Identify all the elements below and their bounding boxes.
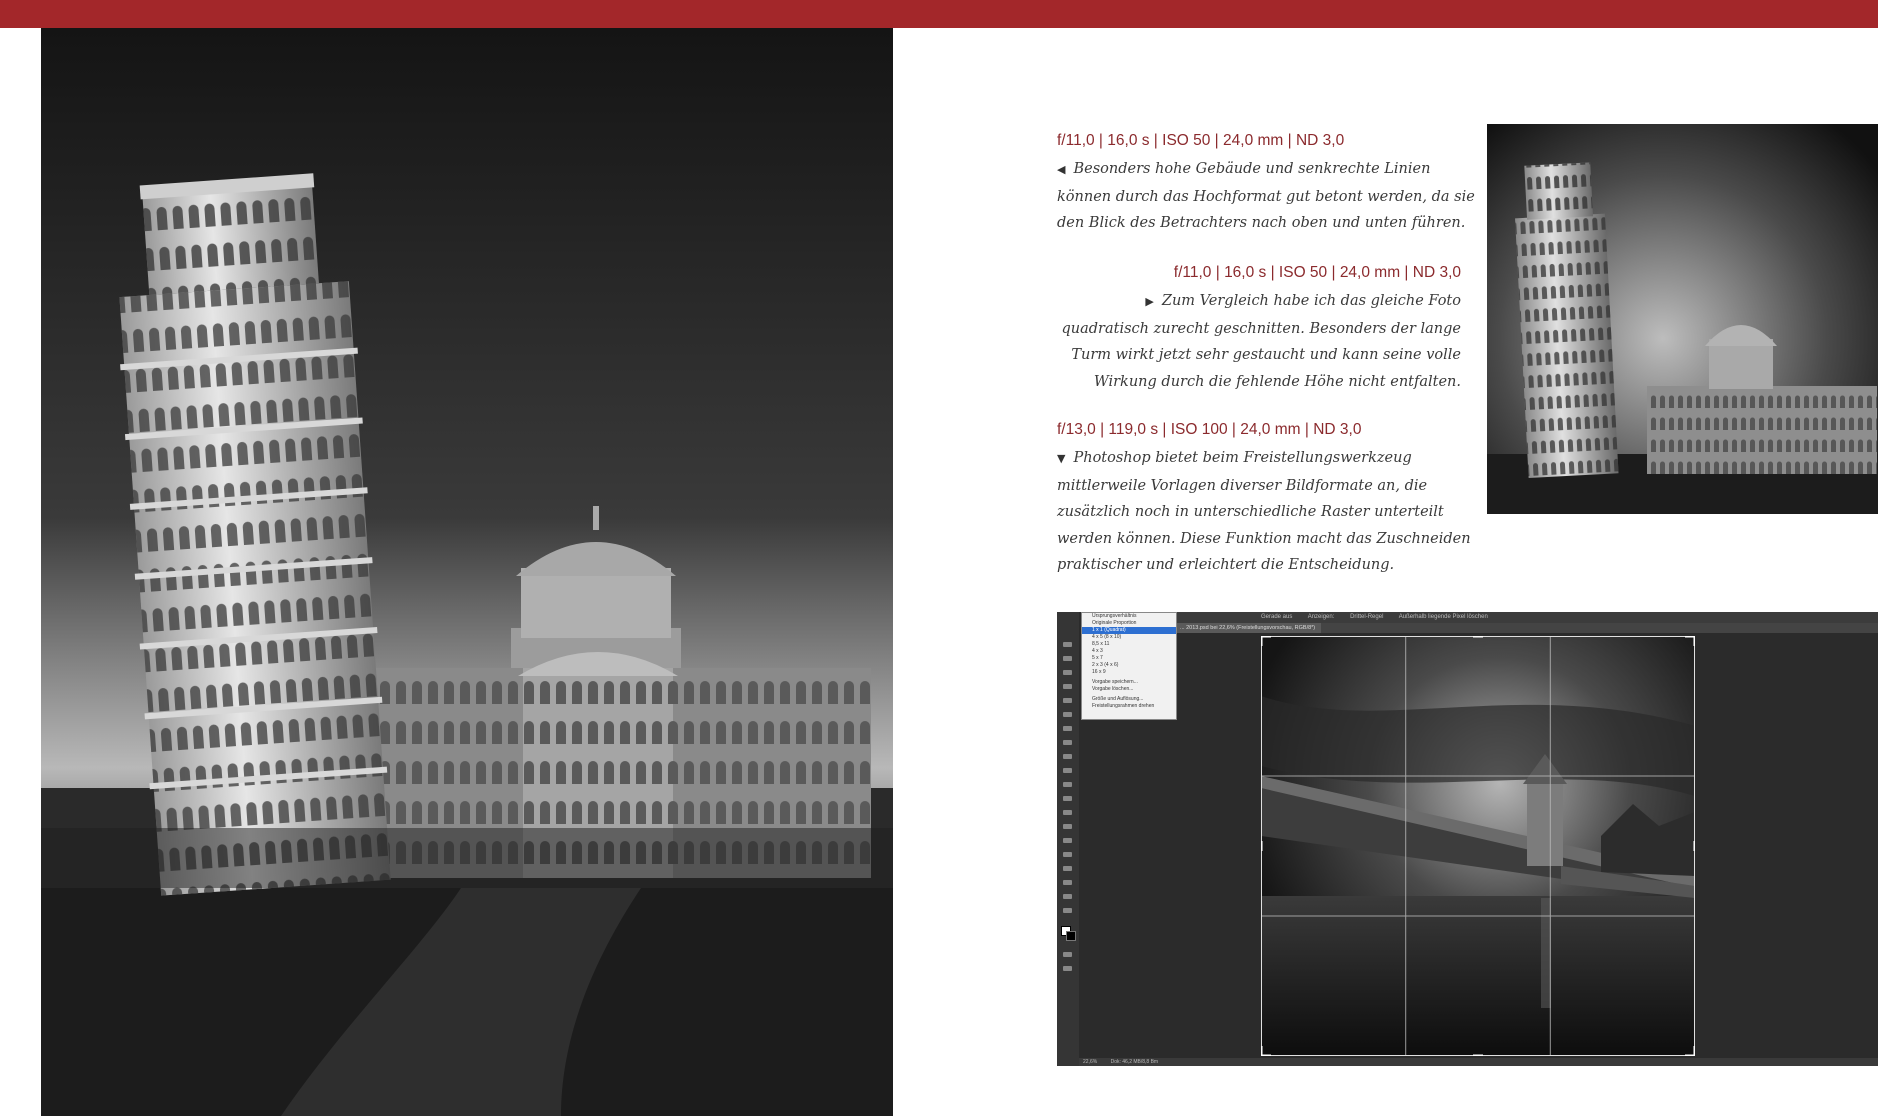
delete-cropped-pixels-checkbox[interactable]: Außerhalb liegende Pixel löschen <box>1399 614 1488 620</box>
photoshop-screenshot: Gerade aus Anzeigen: Drittel-Regel Außer… <box>1057 612 1878 1066</box>
eyedropper-tool-icon[interactable] <box>1063 712 1072 717</box>
dodge-tool-icon[interactable] <box>1063 824 1072 829</box>
shape-tool-icon[interactable] <box>1063 880 1072 885</box>
menu-item[interactable]: Größe und Auflösung... <box>1082 696 1176 703</box>
status-bar: 22,6% Dok: 46,2 MB/8,8 Bm <box>1079 1058 1878 1066</box>
gradient-tool-icon[interactable] <box>1063 796 1072 801</box>
quick-mask-icon[interactable] <box>1063 952 1072 957</box>
caption-text: ▼ Photoshop bietet beim Freistellungswerk… <box>1057 445 1489 579</box>
leaning-tower-square-photo <box>1487 124 1878 514</box>
arrow-right-icon: ▶ <box>1145 295 1154 308</box>
document-tab[interactable]: ... 2013.psd bei 22,6% (Freistellungsvor… <box>1174 623 1322 633</box>
exposure-metadata: f/11,0 | 16,0 s | ISO 50 | 24,0 mm | ND … <box>1173 264 1461 281</box>
menu-item[interactable]: 8,5 x 11 <box>1082 641 1176 648</box>
caption-photoshop-crop: f/13,0 | 119,0 s | ISO 100 | 24,0 mm | N… <box>1057 421 1489 579</box>
zoom-level: 22,6% <box>1083 1059 1098 1065</box>
crop-ratio-dropdown-menu[interactable]: Ursprungsverhältnis Originale Proportion… <box>1081 612 1177 720</box>
menu-item[interactable]: 4 x 3 <box>1082 648 1176 655</box>
top-accent-bar <box>0 0 1878 28</box>
caption-body: Zum Vergleich habe ich das gleiche Foto … <box>1061 293 1462 390</box>
overlay-label: Anzeigen: <box>1307 614 1335 620</box>
menu-item[interactable]: Freistellungsrahmen drehen <box>1082 703 1176 710</box>
crop-canvas[interactable] <box>1261 636 1695 1056</box>
hand-tool-icon[interactable] <box>1063 894 1072 899</box>
caption-text: ▶ Zum Vergleich habe ich das gleiche Foto… <box>1057 288 1462 395</box>
menu-item[interactable]: Originale Proportion <box>1082 620 1176 627</box>
menu-item[interactable]: 5 x 7 <box>1082 655 1176 662</box>
tools-panel <box>1057 612 1079 1066</box>
type-tool-icon[interactable] <box>1063 852 1072 857</box>
marquee-tool-icon[interactable] <box>1063 656 1072 661</box>
overlay-select[interactable]: Drittel-Regel <box>1350 614 1383 620</box>
menu-item[interactable]: Vorgabe speichern... <box>1082 679 1176 686</box>
caption-text: ◀ Besonders hohe Gebäude und senkrechte L… <box>1057 156 1477 237</box>
background-color-swatch[interactable] <box>1066 931 1076 941</box>
screen-mode-icon[interactable] <box>1063 966 1072 971</box>
menu-item[interactable]: Ursprungsverhältnis <box>1082 613 1176 620</box>
crop-tool-icon[interactable] <box>1063 698 1072 703</box>
path-select-tool-icon[interactable] <box>1063 866 1072 871</box>
menu-item-selected[interactable]: 1 x 1 (Quadrat) <box>1082 627 1176 634</box>
caption-square-crop: f/11,0 | 16,0 s | ISO 50 | 24,0 mm | ND … <box>1057 264 1462 395</box>
options-bar: Gerade aus Anzeigen: Drittel-Regel Außer… <box>1081 612 1878 623</box>
eraser-tool-icon[interactable] <box>1063 782 1072 787</box>
exposure-metadata: f/13,0 | 119,0 s | ISO 100 | 24,0 mm | N… <box>1057 421 1362 438</box>
caption-body: Photoshop bietet beim Freistellungswerkz… <box>1057 450 1471 573</box>
stamp-tool-icon[interactable] <box>1063 754 1072 759</box>
caption-portrait-format: f/11,0 | 16,0 s | ISO 50 | 24,0 mm | ND … <box>1057 132 1477 237</box>
blur-tool-icon[interactable] <box>1063 810 1072 815</box>
history-brush-tool-icon[interactable] <box>1063 768 1072 773</box>
leaning-tower-portrait-photo <box>41 28 893 1116</box>
document-size: Dok: 46,2 MB/8,8 Bm <box>1110 1059 1159 1065</box>
lasso-tool-icon[interactable] <box>1063 670 1072 675</box>
straighten-option[interactable]: Gerade aus <box>1261 614 1292 620</box>
exposure-metadata: f/11,0 | 16,0 s | ISO 50 | 24,0 mm | ND … <box>1057 132 1345 149</box>
healing-tool-icon[interactable] <box>1063 726 1072 731</box>
menu-item[interactable]: 2 x 3 (4 x 6) <box>1082 662 1176 669</box>
quick-select-tool-icon[interactable] <box>1063 684 1072 689</box>
menu-item[interactable]: Vorgabe löschen... <box>1082 686 1176 693</box>
caption-body: Besonders hohe Gebäude und senkrechte Li… <box>1057 161 1475 231</box>
brush-tool-icon[interactable] <box>1063 740 1072 745</box>
menu-item[interactable]: 16 x 9 <box>1082 669 1176 676</box>
menu-item[interactable]: 4 x 5 (8 x 10) <box>1082 634 1176 641</box>
arrow-down-icon: ▼ <box>1057 452 1066 465</box>
zoom-tool-icon[interactable] <box>1063 908 1072 913</box>
move-tool-icon[interactable] <box>1063 642 1072 647</box>
pen-tool-icon[interactable] <box>1063 838 1072 843</box>
arrow-left-icon: ◀ <box>1057 163 1066 176</box>
